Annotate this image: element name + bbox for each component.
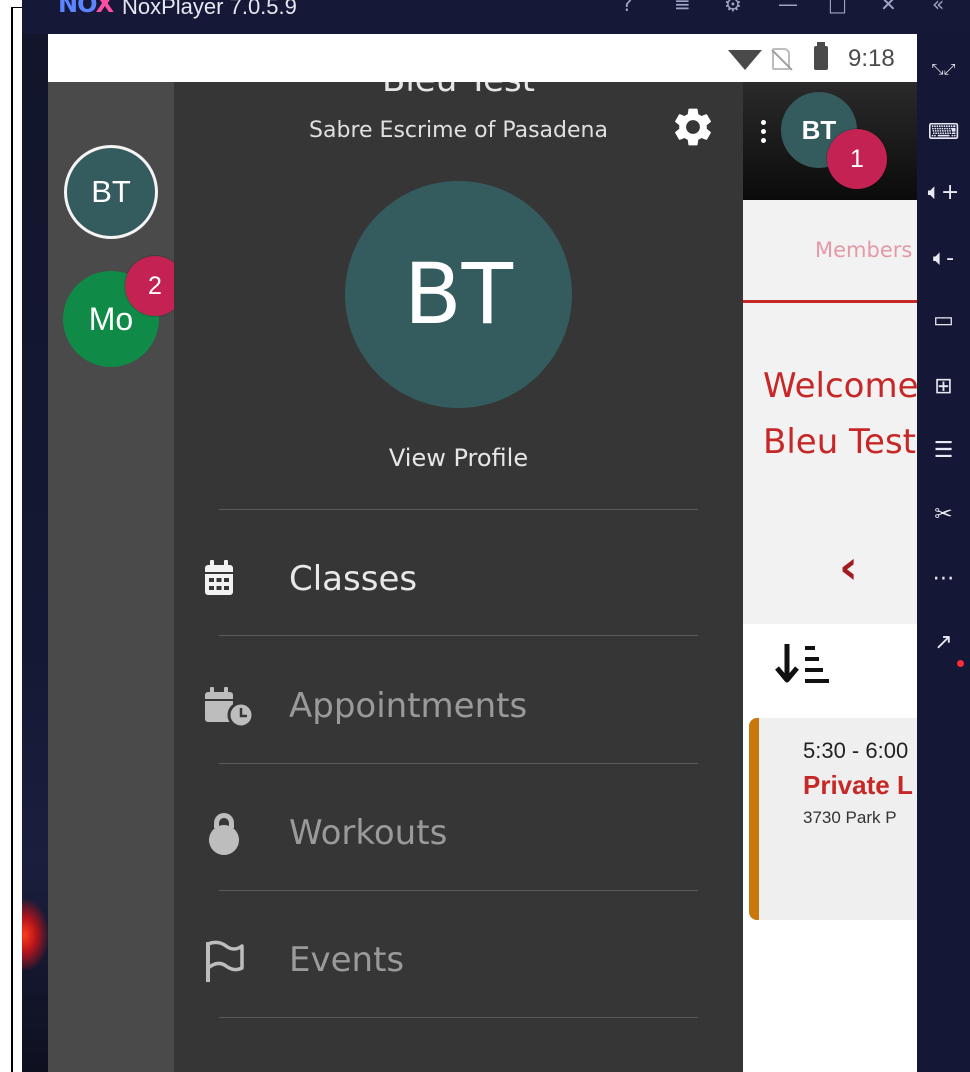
multi-instance-icon[interactable]: ☰ [917,436,970,466]
menu-item-classes[interactable]: Classes [174,517,743,643]
menu-item-events[interactable]: Events [174,898,743,1024]
chevron-left-icon[interactable]: ‹ [839,540,858,594]
account-avatar-bt[interactable]: BT [64,145,158,239]
menu-divider [219,890,698,891]
menu-item-label: Workouts [289,813,448,853]
menu-item-label: Events [289,940,405,980]
overflow-menu-icon[interactable] [761,120,767,146]
screen-icon[interactable]: ▭ [917,306,970,336]
view-profile-link[interactable]: View Profile [174,444,743,472]
volume-down-icon[interactable]: 🔈︎- [917,244,970,274]
account-switcher-rail: BT Mo 2 [48,82,185,1072]
battery-icon [814,42,828,70]
no-sim-icon [772,48,790,70]
drawer-user-name: Bleu Test [174,82,743,100]
frame-border [11,8,13,1072]
emulator-background-glow [22,900,48,970]
status-time: 9:18 [848,45,895,72]
notification-dot [957,660,964,667]
schedule-title: Private L [803,770,913,800]
more-icon[interactable]: ⋯ [917,564,970,594]
home-page: BT 1 Members Welcome Bleu Test ‹ 5:30 - … [743,82,917,1072]
calendar-icon [205,560,233,595]
welcome-heading: Welcome Bleu Test [763,358,917,470]
welcome-user: Bleu Test [763,422,916,462]
wifi-icon [728,50,762,70]
emulator-side-toolbar: ⤡⤢ ⌨ 🔈︎+ 🔈︎- ▭ ⊞ ☰ ✂ ⋯ ↗ [917,34,970,1072]
menu-item-label: Classes [289,559,418,599]
menu-divider [219,1017,698,1018]
menu-divider [219,509,698,510]
schedule-time: 5:30 - 6:00 [803,738,909,763]
drawer-organization: Sabre Escrime of Pasadena [309,118,608,143]
kettlebell-icon [209,813,239,855]
external-link-icon[interactable]: ↗ [917,628,970,658]
header-notification-badge: 1 [827,129,887,189]
schedule-card[interactable]: 5:30 - 6:00 Private L 3730 Park P [749,718,917,920]
tab-indicator [743,300,917,303]
scissors-icon[interactable]: ✂ [917,500,970,530]
profile-avatar[interactable]: BT [345,181,572,408]
settings-icon[interactable]: ⚙ [724,0,742,16]
menu-item-workouts[interactable]: Workouts [174,771,743,897]
install-apk-icon[interactable]: ⊞ [917,372,970,402]
menu-divider [219,635,698,636]
menu-item-label: Appointments [289,686,528,726]
menu-icon[interactable]: ≡ [674,0,691,16]
maximize-icon[interactable]: □ [828,0,847,16]
sort-icon[interactable] [773,638,837,692]
welcome-line: Welcome [763,366,917,406]
collapse-toolbar-icon[interactable]: « [932,0,944,16]
close-icon[interactable]: ✕ [880,0,897,16]
fullscreen-icon[interactable]: ⤡⤢ [917,54,970,84]
tab-members[interactable]: Members [815,238,912,262]
volume-up-icon[interactable]: 🔈︎+ [917,178,970,208]
keyboard-icon[interactable]: ⌨ [917,118,970,148]
settings-gear-icon[interactable] [670,104,716,150]
nox-logo-icon: NOX [58,0,114,18]
minimize-icon[interactable]: — [778,0,798,16]
menu-item-appointments[interactable]: Appointments [174,644,743,770]
schedule-address: 3730 Park P [803,808,897,827]
help-icon[interactable]: ? [622,0,633,16]
menu-divider [219,763,698,764]
navigation-drawer: Bleu Test Sabre Escrime of Pasadena BT V… [174,82,743,1072]
android-status-bar: 9:18 [48,34,917,82]
flag-icon [206,940,244,982]
emulator-title-bar: NOX NoxPlayer 7.0.5.9 ? ≡ ⚙ — □ ✕ « [22,0,970,34]
emulator-title: NoxPlayer 7.0.5.9 [122,0,297,19]
calendar-clock-icon [205,687,255,729]
